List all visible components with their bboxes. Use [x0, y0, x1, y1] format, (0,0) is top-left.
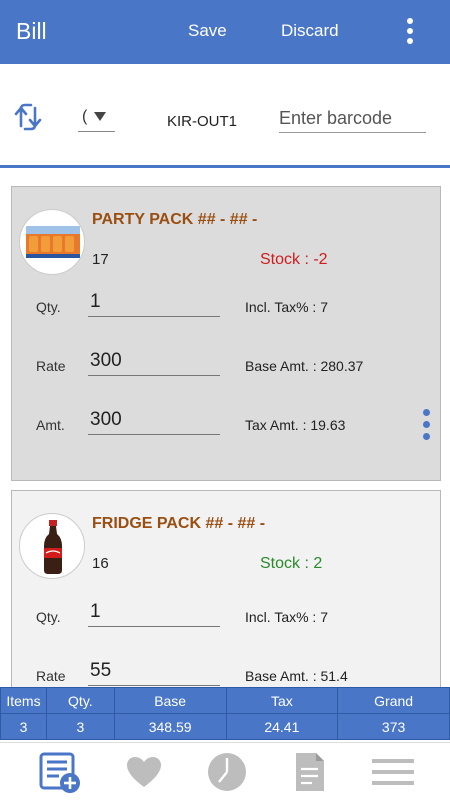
bill-item-card[interactable]: PARTY PACK ## - ## - 17 Stock : -2 Qty. …	[11, 186, 441, 481]
bill-item-card[interactable]: FRIDGE PACK ## - ## - 16 Stock : 2 Qty. …	[11, 490, 441, 687]
base-amount-text: Base Amt. : 51.4	[245, 668, 348, 684]
summary-header: Grand	[337, 687, 450, 714]
product-image	[19, 513, 85, 579]
amount-label: Amt.	[36, 417, 65, 433]
summary-value: 373	[337, 713, 450, 740]
rate-field[interactable]: 300	[88, 350, 220, 376]
discard-button[interactable]: Discard	[281, 21, 339, 41]
sync-icon[interactable]	[13, 102, 43, 132]
summary-header: Tax	[225, 687, 339, 714]
summary-value: 3	[45, 713, 115, 740]
summary-header: Base	[113, 687, 227, 714]
bill-item-list[interactable]: PARTY PACK ## - ## - 17 Stock : -2 Qty. …	[0, 171, 450, 687]
document-icon[interactable]	[285, 749, 335, 795]
location-dropdown[interactable]: (	[78, 108, 115, 132]
stock-status: Stock : -2	[260, 251, 328, 268]
add-bill-icon[interactable]	[36, 749, 86, 795]
qty-label: Qty.	[36, 609, 61, 625]
location-code: KIR-OUT1	[167, 113, 238, 130]
summary-value: 348.59	[113, 713, 227, 740]
summary-header: Qty.	[45, 687, 115, 714]
incl-tax-text: Incl. Tax% : 7	[245, 299, 329, 315]
product-name: PARTY PACK ## - ## -	[92, 211, 258, 228]
menu-icon[interactable]	[368, 749, 418, 795]
chevron-down-icon	[94, 112, 106, 121]
stock-status: Stock : 2	[260, 555, 323, 572]
summary-header-row: Items Qty. Base Tax Grand	[0, 687, 450, 714]
summary-value: 24.41	[225, 713, 339, 740]
summary-header: Items	[0, 687, 47, 714]
bill-summary: Items Qty. Base Tax Grand 3 3 348.59 24.…	[0, 687, 450, 740]
base-amount-text: Base Amt. : 280.37	[245, 358, 364, 374]
qty-label: Qty.	[36, 299, 61, 315]
item-options-icon[interactable]	[420, 409, 432, 443]
bill-toolbar: ( KIR-OUT1	[0, 64, 450, 168]
save-button[interactable]: Save	[188, 21, 227, 41]
product-code: 16	[92, 555, 109, 572]
qty-field[interactable]: 1	[88, 601, 220, 627]
clock-icon[interactable]	[202, 749, 252, 795]
rate-label: Rate	[36, 358, 66, 374]
heart-icon[interactable]	[119, 749, 169, 795]
tax-amount-text: Tax Amt. : 19.63	[245, 417, 346, 433]
qty-field[interactable]: 1	[88, 291, 220, 317]
rate-label: Rate	[36, 668, 66, 684]
rate-field[interactable]: 55	[88, 660, 220, 686]
product-name: FRIDGE PACK ## - ## -	[92, 515, 266, 532]
barcode-input[interactable]	[279, 104, 426, 133]
product-code: 17	[92, 251, 109, 268]
amount-field[interactable]: 300	[88, 409, 220, 435]
incl-tax-text: Incl. Tax% : 7	[245, 609, 329, 625]
more-vert-icon[interactable]	[400, 16, 420, 48]
summary-value-row: 3 3 348.59 24.41 373	[0, 713, 450, 740]
summary-value: 3	[0, 713, 47, 740]
app-bar: Bill Save Discard	[0, 0, 450, 64]
bottom-navigation	[0, 742, 450, 800]
product-image	[19, 209, 85, 275]
page-title: Bill	[16, 18, 47, 44]
dropdown-value: (	[82, 108, 88, 125]
